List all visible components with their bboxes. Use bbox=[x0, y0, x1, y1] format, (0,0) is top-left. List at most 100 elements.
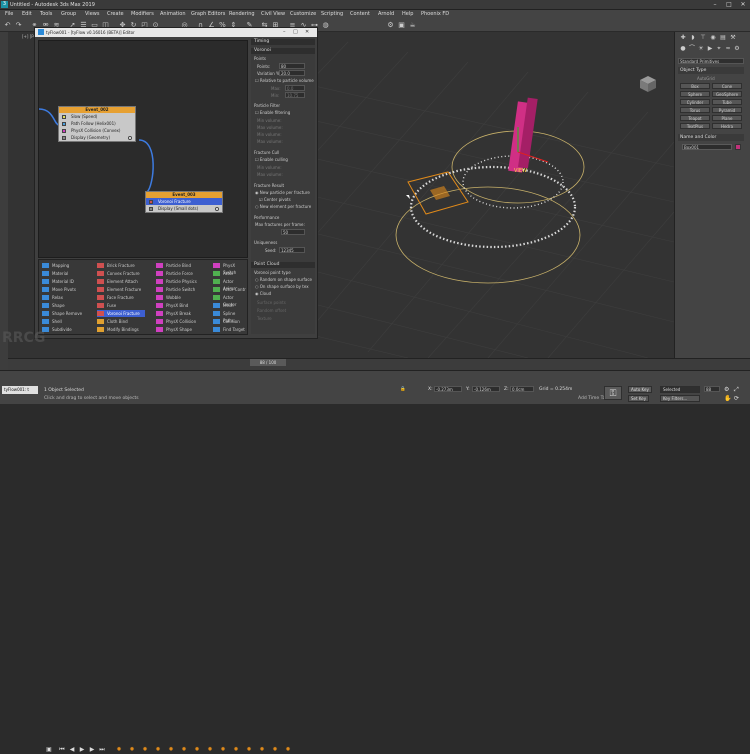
depot-item[interactable]: Mapping bbox=[42, 262, 69, 269]
max-field[interactable]: 0.0 bbox=[285, 85, 305, 91]
depot-item[interactable]: PhysX Collision bbox=[156, 318, 196, 325]
undo-icon[interactable]: ↶ bbox=[3, 21, 12, 30]
torus-button[interactable]: Torus bbox=[680, 107, 710, 113]
render-icon[interactable]: ☕ bbox=[408, 21, 417, 30]
new-element-radio[interactable]: ○ New element per fracture bbox=[255, 204, 311, 209]
point-cloud-rollout[interactable]: Point Cloud bbox=[251, 262, 315, 268]
event-003-node[interactable]: Event_003 Voronoi Fracture Display (Smal… bbox=[145, 191, 223, 213]
random-surface-radio[interactable]: ○ Random on shape surface bbox=[255, 277, 312, 282]
teapot-button[interactable]: Teapot bbox=[680, 115, 710, 121]
depot-item[interactable]: Cloth Bind bbox=[97, 318, 128, 325]
category-dropdown[interactable]: Standard Primitives bbox=[678, 58, 744, 64]
tube-button[interactable]: Tube bbox=[712, 99, 742, 105]
key-filters-button[interactable]: Key Filters... bbox=[660, 395, 700, 402]
render-shortcut-icon[interactable]: ✹ bbox=[284, 746, 292, 754]
object-name-field[interactable]: Box001 bbox=[682, 144, 732, 150]
depot-item[interactable]: Element Fracture bbox=[97, 286, 141, 293]
depot-item-selected[interactable]: Voronoi Fracture bbox=[97, 310, 145, 317]
depot-item[interactable]: Actor bbox=[213, 270, 234, 277]
render-shortcut-icon[interactable]: ✹ bbox=[167, 746, 175, 754]
play-icon[interactable]: ▶ bbox=[78, 746, 86, 754]
event-002-node[interactable]: Event_002 Slow (Speed) Path Follow (Heli… bbox=[58, 106, 136, 142]
helpers-icon[interactable]: ⌖ bbox=[715, 45, 723, 52]
utilities-tab-icon[interactable]: ⚒ bbox=[729, 34, 737, 41]
render-shortcut-icon[interactable]: ✹ bbox=[141, 746, 149, 754]
op-slow-speed[interactable]: Slow (Speed) bbox=[59, 113, 135, 120]
depot-item[interactable]: Particle Force bbox=[156, 270, 193, 277]
op-path-follow[interactable]: Path Follow (Helix001) bbox=[59, 120, 135, 127]
cloud-radio[interactable]: ◉ Cloud bbox=[255, 291, 271, 296]
new-particle-radio[interactable]: ◉ New particle per fracture bbox=[255, 190, 310, 195]
go-to-end-icon[interactable]: ⏭ bbox=[98, 746, 106, 754]
textplus-button[interactable]: TextPlus bbox=[680, 123, 710, 129]
cameras-icon[interactable]: ▶ bbox=[706, 45, 714, 52]
cylinder-button[interactable]: Cylinder bbox=[680, 99, 710, 105]
prev-frame-icon[interactable]: ◀ bbox=[68, 746, 76, 754]
depot-item[interactable]: Element Attach bbox=[97, 278, 138, 285]
on-shape-tex-radio[interactable]: ○ On shape surface by tex bbox=[255, 284, 309, 289]
auto-key-button[interactable]: Auto Key bbox=[628, 386, 652, 393]
depot-item[interactable]: Material ID bbox=[42, 278, 74, 285]
viewcube-icon[interactable] bbox=[640, 76, 656, 92]
orbit-icon[interactable]: ⟳ bbox=[734, 395, 739, 402]
enable-filtering-checkbox[interactable]: ☐ Enable filtering bbox=[255, 110, 290, 115]
menu-views[interactable]: Views bbox=[85, 11, 99, 17]
hedra-button[interactable]: Hedra bbox=[712, 123, 742, 129]
render-shortcut-icon[interactable]: ✹ bbox=[180, 746, 188, 754]
depot-item[interactable]: PhysX Bind bbox=[156, 302, 188, 309]
depot-item[interactable]: Shape Remove bbox=[42, 310, 82, 317]
zoom-extents-icon[interactable]: ⤢ bbox=[734, 386, 739, 394]
depot-item[interactable]: PhysX Shape bbox=[156, 326, 192, 333]
tyflow-minimize-button[interactable]: – bbox=[283, 29, 286, 35]
depot-item[interactable]: Shell bbox=[42, 318, 62, 325]
maxscript-icon[interactable]: ▣ bbox=[45, 746, 53, 754]
object-color-swatch[interactable] bbox=[735, 144, 741, 150]
output-port[interactable] bbox=[215, 206, 219, 211]
depot-item[interactable]: Spline Paths bbox=[213, 310, 247, 323]
depot-item[interactable]: Convex Fracture bbox=[97, 270, 140, 277]
object-type-rollout[interactable]: Object Type bbox=[678, 67, 744, 74]
points-field[interactable]: 80 bbox=[279, 63, 305, 69]
op-display-small-dots[interactable]: Display (Small dots) bbox=[146, 205, 222, 212]
output-port[interactable] bbox=[128, 135, 132, 140]
lights-icon[interactable]: ☀ bbox=[697, 45, 705, 52]
relative-volume-checkbox[interactable]: ☐ Relative to particle volume bbox=[255, 78, 314, 83]
seed-field[interactable]: 12345 bbox=[279, 247, 305, 253]
op-voronoi-fracture[interactable]: Voronoi Fracture bbox=[146, 198, 222, 205]
time-slider-handle[interactable]: 88 / 100 bbox=[250, 359, 286, 366]
minimize-button[interactable]: – bbox=[708, 1, 722, 9]
center-pivots-checkbox[interactable]: ☑ Center pivots bbox=[259, 197, 291, 202]
render-shortcut-icon[interactable]: ✹ bbox=[128, 746, 136, 754]
material-editor-icon[interactable]: ◍ bbox=[321, 21, 330, 30]
box-button[interactable]: Box bbox=[680, 83, 710, 89]
flow-canvas[interactable]: Event_002 Slow (Speed) Path Follow (Heli… bbox=[38, 40, 248, 266]
create-tab-icon[interactable]: ✚ bbox=[679, 34, 687, 41]
render-shortcut-icon[interactable]: ✹ bbox=[219, 746, 227, 754]
depot-item[interactable]: Wobble bbox=[156, 294, 181, 301]
menu-animation[interactable]: Animation bbox=[160, 11, 186, 17]
depot-item[interactable]: PhysX Break bbox=[156, 310, 191, 317]
plane-button[interactable]: Plane bbox=[712, 115, 742, 121]
tyflow-maximize-button[interactable]: □ bbox=[293, 29, 298, 35]
next-frame-icon[interactable]: ▶ bbox=[88, 746, 96, 754]
render-shortcut-icon[interactable]: ✹ bbox=[115, 746, 123, 754]
geometry-icon[interactable]: ● bbox=[679, 45, 687, 52]
depot-item[interactable]: Fuse bbox=[97, 302, 116, 309]
rendered-frame-icon[interactable]: ▣ bbox=[397, 21, 406, 30]
menu-tools[interactable]: Tools bbox=[40, 11, 52, 17]
set-key-big-icon[interactable]: ⚿ bbox=[604, 386, 622, 400]
depot-item[interactable]: Brick Fracture bbox=[97, 262, 135, 269]
name-color-rollout[interactable]: Name and Color bbox=[678, 134, 744, 141]
set-key-button[interactable]: Set Key bbox=[628, 395, 650, 402]
hierarchy-tab-icon[interactable]: ⊤ bbox=[699, 34, 707, 41]
menu-create[interactable]: Create bbox=[107, 11, 124, 17]
menu-modifiers[interactable]: Modifiers bbox=[131, 11, 154, 17]
depot-item[interactable]: Particle Bind bbox=[156, 262, 191, 269]
render-shortcut-icon[interactable]: ✹ bbox=[193, 746, 201, 754]
menu-arnold[interactable]: Arnold bbox=[378, 11, 394, 17]
depot-item[interactable]: Collision bbox=[213, 318, 240, 325]
redo-icon[interactable]: ↷ bbox=[14, 21, 23, 30]
pan-icon[interactable]: ✋ bbox=[724, 395, 731, 402]
modify-tab-icon[interactable]: ◗ bbox=[689, 34, 697, 41]
pyramid-button[interactable]: Pyramid bbox=[712, 107, 742, 113]
